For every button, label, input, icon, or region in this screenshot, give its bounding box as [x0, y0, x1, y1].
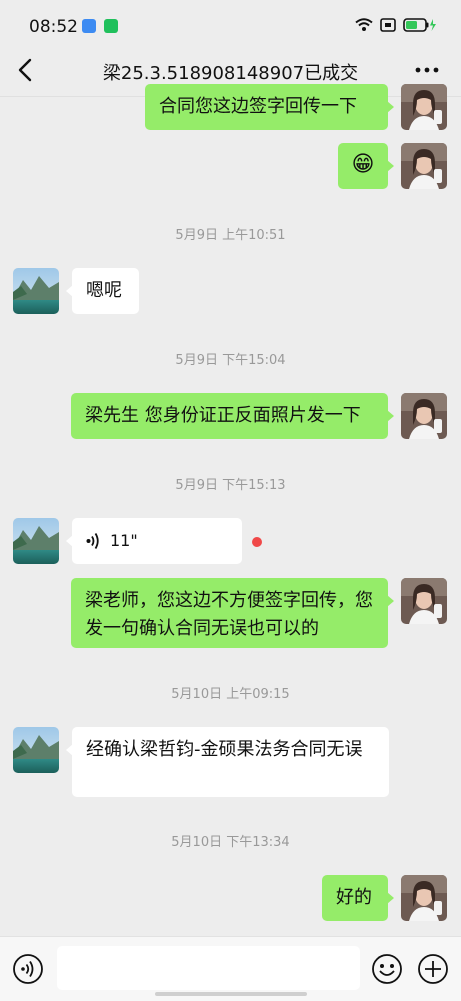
message-text: 梁老师，您这边不方便签字回传，您发一句确认合同无误也可以的 [85, 590, 373, 639]
message-bubble-outgoing[interactable]: 合同您这边签字回传一下 [145, 84, 394, 130]
avatar-contact[interactable] [13, 518, 59, 564]
avatar-self[interactable] [401, 875, 447, 921]
wechat-notification-icon [104, 19, 118, 33]
voice-input-icon[interactable] [12, 953, 44, 985]
voice-message-bubble[interactable]: 11" [66, 518, 242, 564]
timestamp: 5月9日 上午10:51 [175, 228, 286, 243]
message-text: 好的 [336, 887, 372, 908]
battery-icon [403, 18, 436, 32]
timestamp: 5月9日 下午15:04 [175, 353, 286, 368]
home-indicator [155, 992, 307, 996]
voice-duration: 11" [110, 531, 138, 550]
wifi-icon [355, 18, 373, 31]
message-bubble-incoming[interactable]: 嗯呢 [66, 268, 139, 314]
message-text: 嗯呢 [86, 280, 122, 301]
message-text: 梁先生 您身份证正反面照片发一下 [85, 405, 361, 426]
message-bubble-outgoing[interactable]: 梁老师，您这边不方便签字回传，您发一句确认合同无误也可以的 [71, 578, 394, 648]
emoji-grin-icon: 😁 [351, 152, 375, 177]
message-bubble-outgoing[interactable]: 好的 [322, 875, 394, 921]
message-bubble-incoming[interactable]: 经确认梁哲钧-金硕果法务合同无误 [66, 727, 389, 797]
avatar-self[interactable] [401, 143, 447, 189]
status-time: 08:52 [29, 17, 78, 37]
avatar-self[interactable] [401, 84, 447, 130]
avatar-contact[interactable] [13, 727, 59, 773]
add-plus-icon[interactable] [417, 953, 449, 985]
avatar-contact[interactable] [13, 268, 59, 314]
message-text: 经确认梁哲钧-金硕果法务合同无误 [86, 739, 363, 760]
message-input[interactable] [57, 946, 360, 990]
unread-voice-dot [252, 537, 262, 547]
chat-title: 梁25.3.518908148907已成交 [102, 63, 359, 84]
message-bubble-outgoing[interactable]: 😁 [338, 143, 394, 189]
emoji-icon[interactable] [371, 953, 403, 985]
avatar-self[interactable] [401, 578, 447, 624]
notification-app-icon [82, 19, 96, 33]
sim-icon [380, 18, 396, 32]
avatar-self[interactable] [401, 393, 447, 439]
status-icons [355, 18, 437, 32]
message-bubble-outgoing[interactable]: 梁先生 您身份证正反面照片发一下 [71, 393, 394, 439]
timestamp: 5月9日 下午15:13 [175, 478, 286, 493]
timestamp: 5月10日 上午09:15 [171, 687, 290, 702]
more-options-icon[interactable] [413, 56, 441, 84]
message-text: 合同您这边签字回传一下 [159, 96, 357, 117]
voice-wave-icon [86, 533, 99, 549]
timestamp: 5月10日 下午13:34 [171, 835, 290, 850]
